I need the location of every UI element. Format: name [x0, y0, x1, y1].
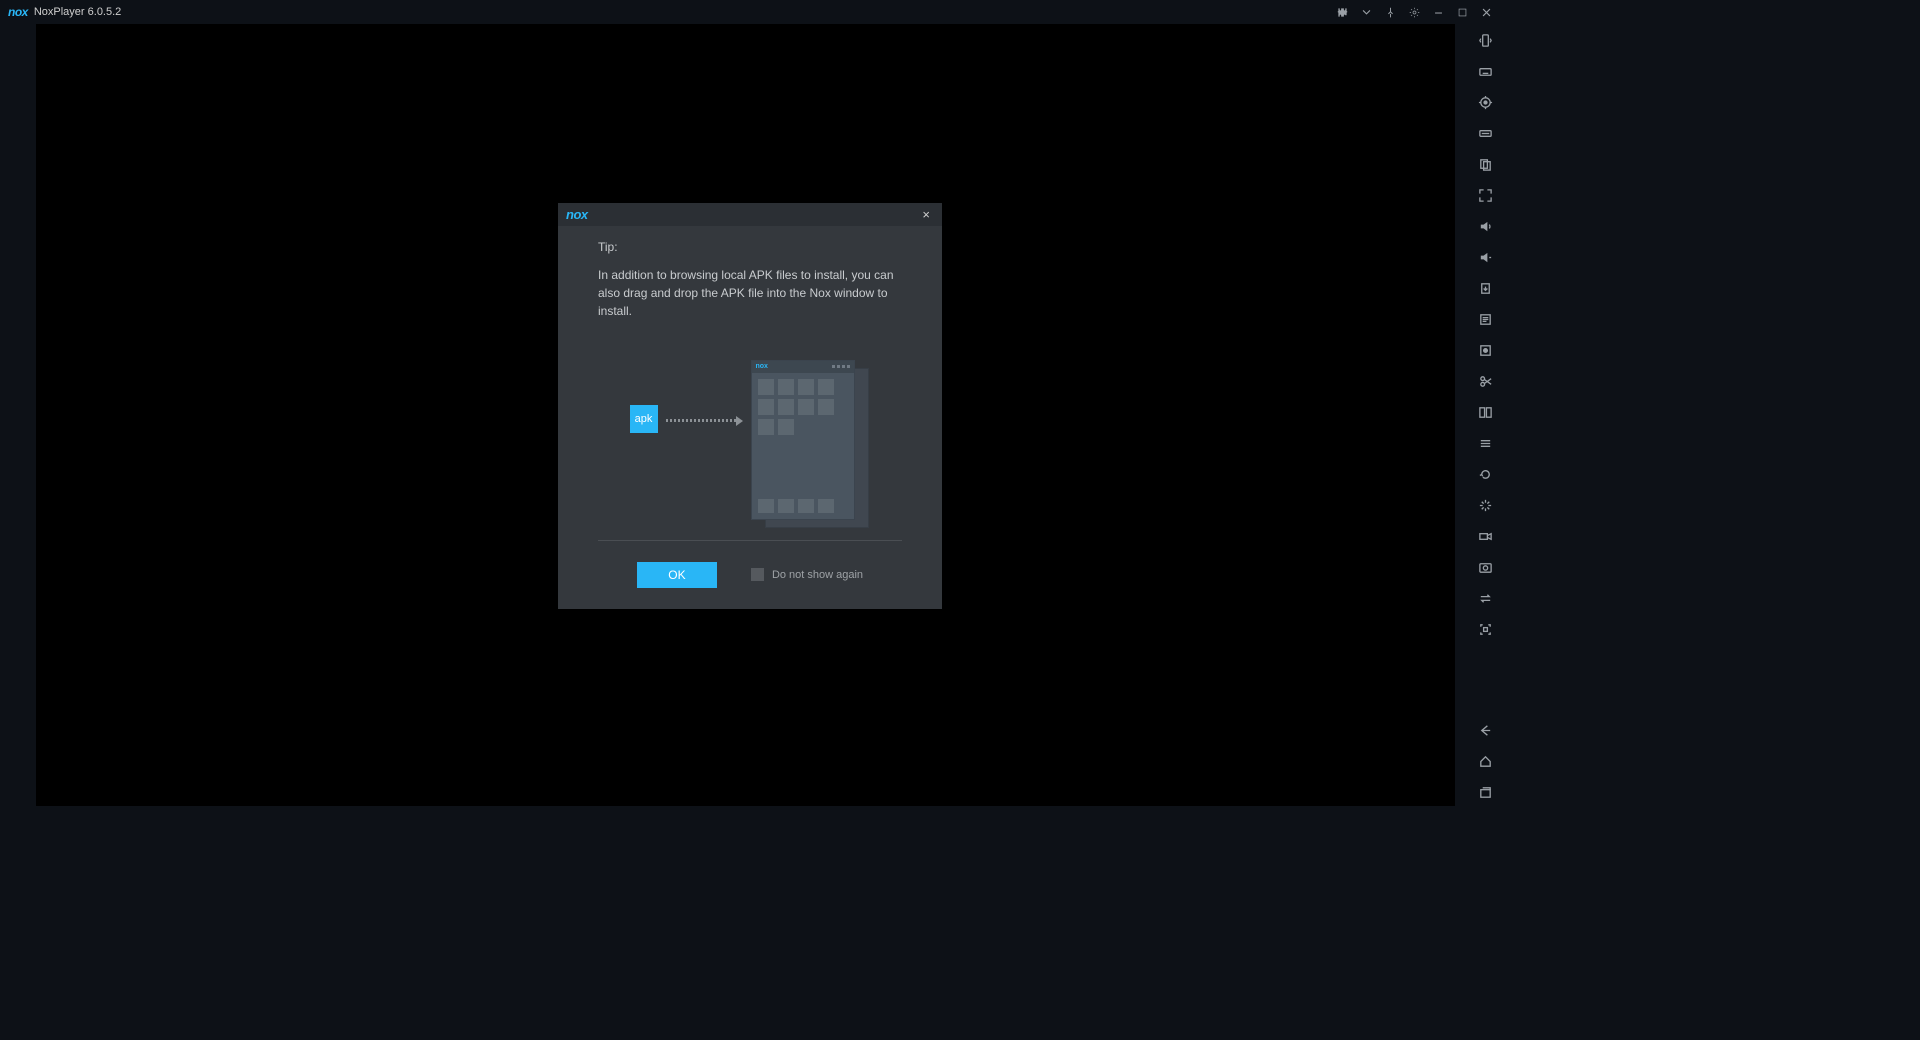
- multi-instance-icon[interactable]: [1477, 156, 1493, 172]
- minimize-icon[interactable]: [1432, 6, 1444, 18]
- titlebar-controls: [1336, 6, 1492, 18]
- tip-text: In addition to browsing local APK files …: [598, 266, 902, 320]
- script-record-icon[interactable]: [1477, 311, 1493, 327]
- ok-button[interactable]: OK: [637, 562, 717, 588]
- back-icon[interactable]: [1477, 722, 1493, 738]
- maximize-icon[interactable]: [1456, 6, 1468, 18]
- dont-show-again-label: Do not show again: [772, 569, 863, 581]
- dont-show-again-checkbox[interactable]: Do not show again: [751, 568, 863, 581]
- checkbox-box[interactable]: [751, 568, 764, 581]
- fullscreen-icon[interactable]: [1477, 187, 1493, 203]
- arrow-icon: [666, 416, 743, 426]
- swap-icon[interactable]: [1477, 590, 1493, 606]
- keyboard-control-icon[interactable]: [1477, 63, 1493, 79]
- screenshot-icon[interactable]: [1477, 559, 1493, 575]
- right-toolbar: [1470, 24, 1500, 637]
- macro-recorder-icon[interactable]: [1477, 342, 1493, 358]
- loading-asterisk-icon[interactable]: [1477, 497, 1493, 513]
- dialog-body: Tip: In addition to browsing local APK f…: [558, 226, 942, 540]
- illustration: apk nox: [598, 360, 902, 540]
- dialog-header: nox ×: [558, 203, 942, 226]
- apk-badge: apk: [630, 405, 658, 433]
- install-apk-icon[interactable]: [1477, 280, 1493, 296]
- mini-window-illustration: nox: [751, 360, 871, 530]
- volume-up-icon[interactable]: [1477, 218, 1493, 234]
- two-windows-icon[interactable]: [1477, 404, 1493, 420]
- mini-window-logo: nox: [756, 363, 768, 370]
- volume-down-icon[interactable]: [1477, 249, 1493, 265]
- app-title: NoxPlayer 6.0.5.2: [34, 6, 121, 18]
- shake-icon[interactable]: [1477, 32, 1493, 48]
- recent-apps-icon[interactable]: [1477, 784, 1493, 800]
- rotate-icon[interactable]: [1477, 466, 1493, 482]
- scissors-icon[interactable]: [1477, 373, 1493, 389]
- apk-tip-dialog: nox × Tip: In addition to browsing local…: [558, 203, 942, 609]
- app-logo: nox: [8, 5, 28, 19]
- my-computer-icon[interactable]: [1477, 125, 1493, 141]
- home-icon[interactable]: [1477, 753, 1493, 769]
- dialog-close-button[interactable]: ×: [918, 208, 934, 221]
- menu-icon[interactable]: [1477, 435, 1493, 451]
- dialog-logo: nox: [566, 207, 588, 222]
- close-icon[interactable]: [1480, 6, 1492, 18]
- puzzle-icon[interactable]: [1336, 6, 1348, 18]
- right-toolbar-bottom: [1470, 722, 1500, 806]
- chevron-down-icon[interactable]: [1360, 6, 1372, 18]
- dialog-footer: OK Do not show again: [558, 541, 942, 609]
- pin-icon[interactable]: [1384, 6, 1396, 18]
- location-icon[interactable]: [1477, 94, 1493, 110]
- titlebar: nox NoxPlayer 6.0.5.2: [0, 0, 1500, 24]
- tip-label: Tip:: [598, 240, 902, 254]
- video-record-icon[interactable]: [1477, 528, 1493, 544]
- gear-icon[interactable]: [1408, 6, 1420, 18]
- focus-box-icon[interactable]: [1477, 621, 1493, 637]
